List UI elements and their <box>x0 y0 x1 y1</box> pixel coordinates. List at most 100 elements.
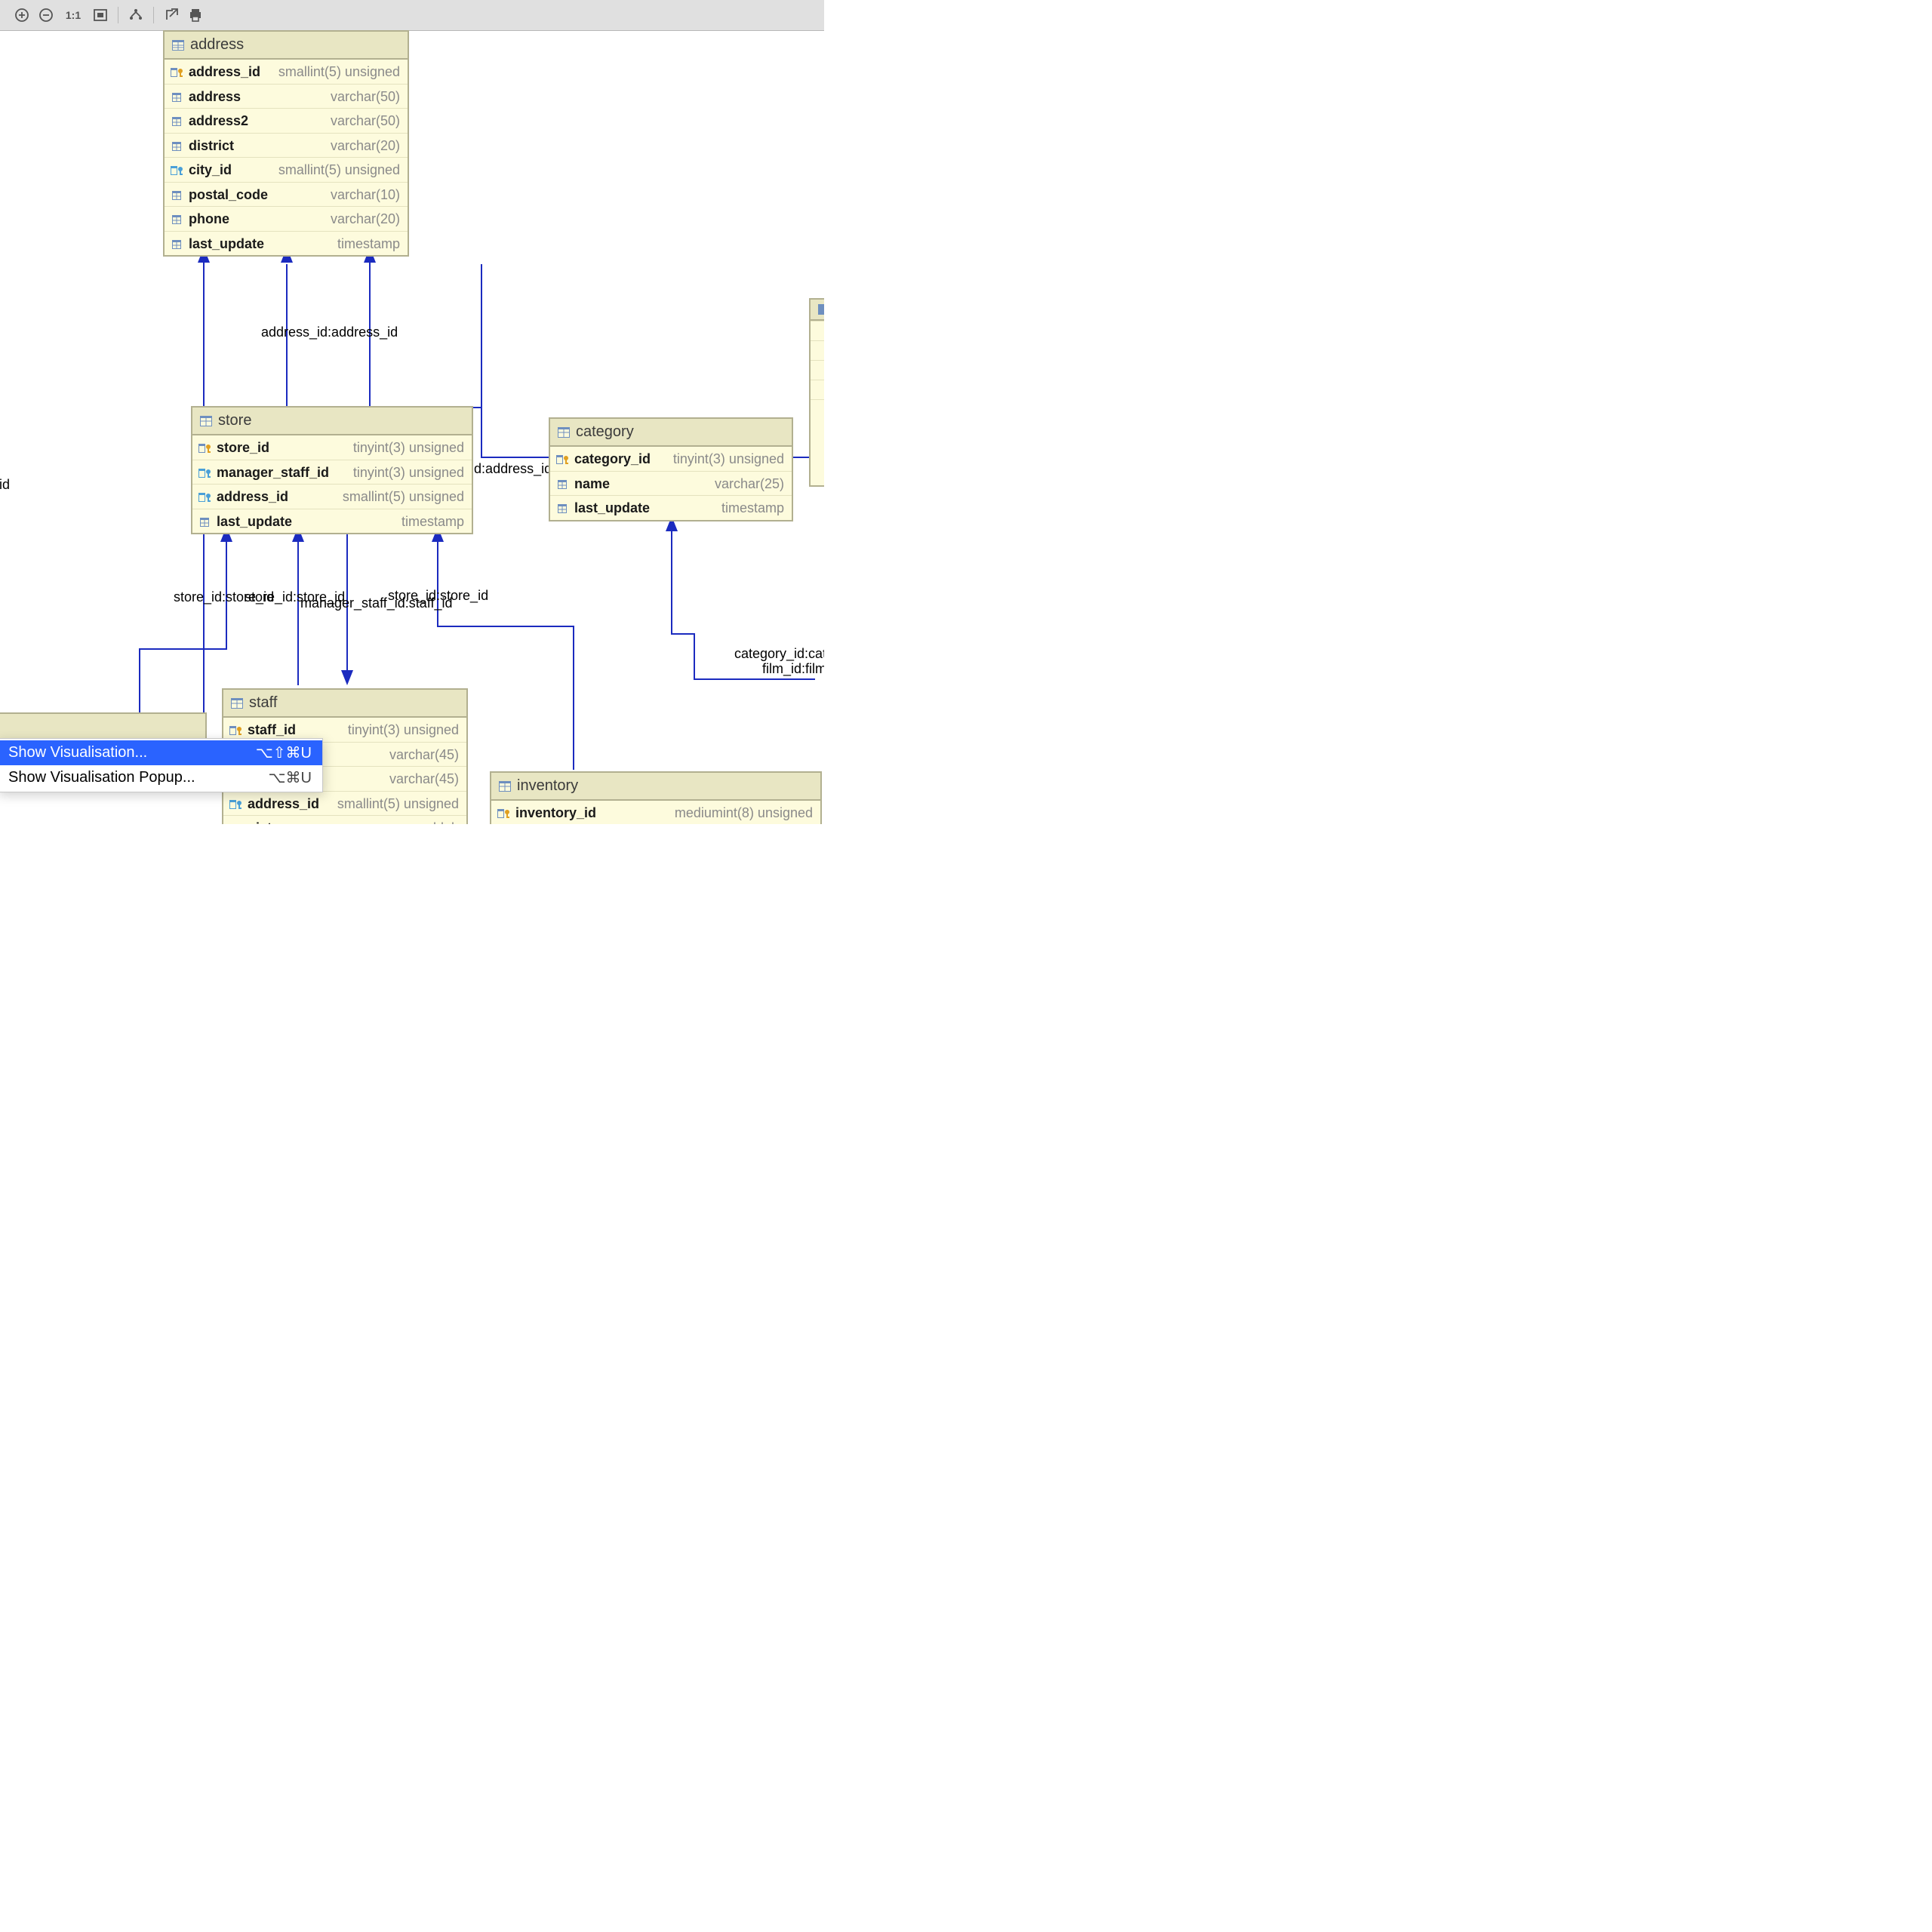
column-icon <box>556 502 570 514</box>
table-header[interactable]: address <box>165 32 408 60</box>
column-name: inventory_id <box>515 804 596 822</box>
menu-item-shortcut: ⌥⌘U <box>269 768 312 787</box>
zoom-out-button[interactable] <box>35 5 57 26</box>
primary-key-icon <box>497 807 511 819</box>
link-label: film_id:film <box>762 661 824 677</box>
column-row[interactable]: category_idtinyint(3) unsigned <box>550 447 792 471</box>
column-row[interactable]: inventory_id mediumint(8) unsigned <box>491 801 820 824</box>
column-name: postal_code <box>189 186 268 204</box>
column-icon <box>171 189 184 201</box>
column-type: timestamp <box>401 513 464 531</box>
column-row <box>811 340 824 360</box>
table-icon <box>499 781 511 792</box>
column-type: varchar(25) <box>715 475 784 493</box>
menu-item-label: Show Visualisation Popup... <box>8 769 254 786</box>
table-body: address_idsmallint(5) unsignedaddressvar… <box>165 60 408 255</box>
table-header[interactable]: category <box>550 419 792 447</box>
table-title: inventory <box>517 777 578 795</box>
table-header[interactable]: staff <box>223 690 466 718</box>
table-inventory[interactable]: inventory inventory_id mediumint(8) unsig… <box>490 771 822 824</box>
menu-item-label: Show Visualisation... <box>8 744 241 761</box>
table-partial-right[interactable] <box>809 298 824 487</box>
column-row <box>811 360 824 380</box>
menu-item[interactable]: Show Visualisation Popup... ⌥⌘U <box>0 765 322 790</box>
column-name: store_id <box>217 439 269 457</box>
zoom-in-button[interactable] <box>11 5 33 26</box>
toolbar: 1:1 <box>0 0 824 31</box>
column-row[interactable]: last_updatetimestamp <box>192 509 472 534</box>
toolbar-separator <box>153 7 154 23</box>
column-type: blob <box>433 820 459 824</box>
zoom-actual-button[interactable]: 1:1 <box>59 5 88 26</box>
primary-key-icon <box>229 724 243 736</box>
column-row[interactable]: last_updatetimestamp <box>165 231 408 256</box>
column-row[interactable]: address_id smallint(5) unsigned <box>192 484 472 509</box>
column-row <box>811 380 824 399</box>
export-icon <box>164 8 179 23</box>
column-type: tinyint(3) unsigned <box>348 721 459 739</box>
table-header[interactable]: inventory <box>491 773 820 801</box>
link-label: address_id:address_id <box>261 325 398 340</box>
column-icon <box>171 140 184 152</box>
column-name: last_update <box>574 500 650 517</box>
column-type: tinyint(3) unsigned <box>353 464 464 481</box>
column-row[interactable]: address varchar(50) <box>165 84 408 109</box>
foreign-key-icon <box>229 798 243 810</box>
link-label: store_id:store_id <box>245 589 345 605</box>
link-label: category_id:cat <box>734 646 824 662</box>
table-title: store <box>218 412 251 429</box>
zoom-in-icon <box>14 8 29 23</box>
column-icon <box>171 91 184 103</box>
table-address[interactable]: address address_idsmallint(5) unsignedad… <box>163 30 409 257</box>
column-row[interactable]: address_idsmallint(5) unsigned <box>223 791 466 816</box>
column-icon <box>556 478 570 490</box>
table-header[interactable] <box>811 300 824 321</box>
column-name: staff_id <box>248 721 296 739</box>
menu-item[interactable]: Show Visualisation...⌥⇧⌘U <box>0 740 322 765</box>
column-name: address_id <box>189 63 260 81</box>
table-title: address <box>190 36 244 54</box>
column-row[interactable]: city_id smallint(5) unsigned <box>165 157 408 182</box>
column-row[interactable]: phonevarchar(20) <box>165 206 408 231</box>
column-name: district <box>189 137 234 155</box>
column-name: address <box>189 88 241 106</box>
column-type: smallint(5) unsigned <box>278 162 400 179</box>
fit-to-screen-button[interactable] <box>89 5 112 26</box>
column-type: mediumint(8) unsigned <box>675 804 813 822</box>
column-row[interactable]: pictureblob <box>223 815 466 824</box>
column-row[interactable]: manager_staff_id tinyint(3) unsigned <box>192 460 472 485</box>
foreign-key-icon <box>198 466 212 478</box>
column-row[interactable]: last_updatetimestamp <box>550 495 792 520</box>
erd-canvas[interactable]: 1:1 <box>0 0 824 824</box>
column-name: city_id <box>189 162 232 179</box>
link-label: d:address_id <box>0 477 10 493</box>
column-row[interactable]: address2varchar(50) <box>165 108 408 133</box>
column-row[interactable]: namevarchar(25) <box>550 471 792 496</box>
primary-key-icon <box>198 441 212 454</box>
print-button[interactable] <box>184 5 207 26</box>
table-category[interactable]: category category_idtinyint(3) unsignedn… <box>549 417 793 521</box>
column-row[interactable]: store_idtinyint(3) unsigned <box>192 435 472 460</box>
link-label: store_id:store_id <box>174 589 274 605</box>
column-row[interactable]: address_idsmallint(5) unsigned <box>165 60 408 84</box>
table-header[interactable]: store <box>192 408 472 435</box>
column-name: address_id <box>217 488 288 506</box>
column-name: last_update <box>189 235 264 253</box>
table-title: category <box>576 423 634 441</box>
column-name: manager_staff_id <box>217 464 329 481</box>
table-icon <box>558 427 570 438</box>
column-type: varchar(50) <box>331 88 400 106</box>
column-icon <box>171 213 184 225</box>
column-type: varchar(20) <box>331 211 400 228</box>
column-row[interactable]: postal_codevarchar(10) <box>165 182 408 207</box>
export-button[interactable] <box>160 5 183 26</box>
table-icon <box>172 40 184 51</box>
column-row[interactable]: districtvarchar(20) <box>165 133 408 158</box>
column-name: address_id <box>248 795 319 813</box>
layout-button[interactable] <box>125 5 147 26</box>
zoom-out-icon <box>38 8 54 23</box>
table-store[interactable]: store store_idtinyint(3) unsignedmanager… <box>191 406 473 534</box>
column-icon <box>229 822 243 824</box>
table-title: staff <box>249 694 277 712</box>
column-type: smallint(5) unsigned <box>343 488 464 506</box>
